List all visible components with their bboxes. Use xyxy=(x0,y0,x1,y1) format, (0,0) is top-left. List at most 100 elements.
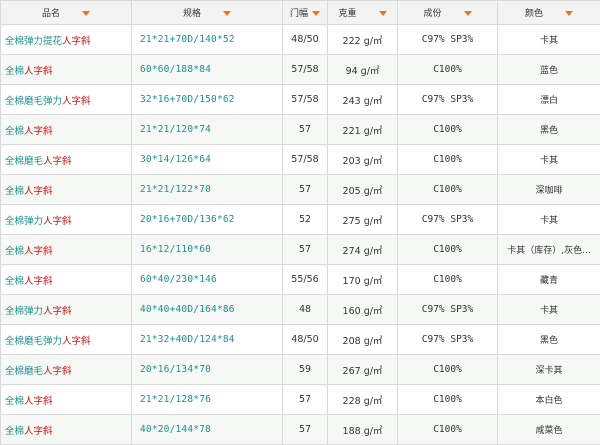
product-name-suffix[interactable]: 人字斜 xyxy=(24,246,53,257)
table-header: 品名 规格 门幅 克重 成份 颜色 xyxy=(1,1,600,25)
product-name-cell[interactable]: 全棉人字斜 xyxy=(1,55,132,85)
product-name-suffix[interactable]: 人字斜 xyxy=(43,306,72,317)
composition-cell: C100% xyxy=(398,175,498,205)
product-name-prefix[interactable]: 全棉 xyxy=(5,66,24,77)
product-name-cell[interactable]: 全棉弹力提花人字斜 xyxy=(1,25,132,55)
spec-cell: 40*20/144*78 xyxy=(132,415,283,445)
weight-cell: 221 g/㎡ xyxy=(328,115,398,145)
color-cell: 卡其 xyxy=(498,295,600,325)
weight-cell: 160 g/㎡ xyxy=(328,295,398,325)
header-label: 规格 xyxy=(183,9,201,19)
header-composition[interactable]: 成份 xyxy=(398,1,498,25)
weight-cell: 94 g/㎡ xyxy=(328,55,398,85)
product-name-suffix[interactable]: 人字斜 xyxy=(24,66,53,77)
width-cell: 59 xyxy=(283,355,328,385)
product-name-prefix[interactable]: 全棉磨毛 xyxy=(5,366,43,377)
product-name-suffix[interactable]: 人字斜 xyxy=(24,186,53,197)
table-row[interactable]: 全棉弹力人字斜40*40+40D/164*8648160 g/㎡C97% SP3… xyxy=(1,295,600,325)
header-spec[interactable]: 规格 xyxy=(132,1,283,25)
header-color[interactable]: 颜色 xyxy=(498,1,600,25)
product-name-suffix[interactable]: 人字斜 xyxy=(43,156,72,167)
table-row[interactable]: 全棉人字斜60*60/188*8457/5894 g/㎡C100%蓝色 xyxy=(1,55,600,85)
composition-cell: C100% xyxy=(398,145,498,175)
table-row[interactable]: 全棉人字斜21*21/120*7457221 g/㎡C100%黑色 xyxy=(1,115,600,145)
product-name-cell[interactable]: 全棉人字斜 xyxy=(1,415,132,445)
table-row[interactable]: 全棉人字斜21*21/122*7057205 g/㎡C100%深咖啡 xyxy=(1,175,600,205)
table-row[interactable]: 全棉人字斜40*20/144*7857188 g/㎡C100%咸菜色 xyxy=(1,415,600,445)
header-label: 门幅 xyxy=(290,9,308,19)
weight-cell: 228 g/㎡ xyxy=(328,385,398,415)
width-cell: 57 xyxy=(283,115,328,145)
spec-cell: 21*32+40D/124*84 xyxy=(132,325,283,355)
weight-cell: 188 g/㎡ xyxy=(328,415,398,445)
product-name-cell[interactable]: 全棉人字斜 xyxy=(1,115,132,145)
table-body: 全棉弹力提花人字斜21*21+70D/140*5248/50222 g/㎡C97… xyxy=(1,25,600,445)
product-name-cell[interactable]: 全棉人字斜 xyxy=(1,235,132,265)
product-name-prefix[interactable]: 全棉 xyxy=(5,246,24,257)
width-cell: 57/58 xyxy=(283,145,328,175)
product-name-prefix[interactable]: 全棉弹力提花 xyxy=(5,36,62,47)
product-name-suffix[interactable]: 人字斜 xyxy=(24,396,53,407)
product-name-prefix[interactable]: 全棉磨毛弹力 xyxy=(5,96,62,107)
product-name-cell[interactable]: 全棉人字斜 xyxy=(1,175,132,205)
product-name-suffix[interactable]: 人字斜 xyxy=(24,126,53,137)
product-name-suffix[interactable]: 人字斜 xyxy=(43,216,72,227)
product-name-cell[interactable]: 全棉磨毛弹力人字斜 xyxy=(1,325,132,355)
header-name[interactable]: 品名 xyxy=(1,1,132,25)
product-name-prefix[interactable]: 全棉 xyxy=(5,396,24,407)
product-name-cell[interactable]: 全棉磨毛人字斜 xyxy=(1,355,132,385)
product-name-prefix[interactable]: 全棉弹力 xyxy=(5,306,43,317)
product-name-cell[interactable]: 全棉人字斜 xyxy=(1,265,132,295)
color-cell: 黑色 xyxy=(498,325,600,355)
product-name-cell[interactable]: 全棉磨毛人字斜 xyxy=(1,145,132,175)
product-name-cell[interactable]: 全棉人字斜 xyxy=(1,385,132,415)
product-name-suffix[interactable]: 人字斜 xyxy=(43,366,72,377)
sort-arrow-down-icon[interactable] xyxy=(379,11,387,16)
sort-arrow-down-icon[interactable] xyxy=(565,11,573,16)
product-name-prefix[interactable]: 全棉 xyxy=(5,186,24,197)
table-row[interactable]: 全棉磨毛弹力人字斜32*16+70D/150*6257/58243 g/㎡C97… xyxy=(1,85,600,115)
table-row[interactable]: 全棉弹力提花人字斜21*21+70D/140*5248/50222 g/㎡C97… xyxy=(1,25,600,55)
composition-cell: C100% xyxy=(398,115,498,145)
header-row: 品名 规格 门幅 克重 成份 颜色 xyxy=(1,1,600,25)
table-row[interactable]: 全棉人字斜21*21/128*7657228 g/㎡C100%本白色 xyxy=(1,385,600,415)
spec-cell: 20*16+70D/136*62 xyxy=(132,205,283,235)
product-name-suffix[interactable]: 人字斜 xyxy=(62,336,91,347)
product-name-prefix[interactable]: 全棉 xyxy=(5,276,24,287)
product-name-suffix[interactable]: 人字斜 xyxy=(24,426,53,437)
product-name-cell[interactable]: 全棉弹力人字斜 xyxy=(1,295,132,325)
header-label: 品名 xyxy=(42,9,60,19)
width-cell: 57/58 xyxy=(283,85,328,115)
product-name-suffix[interactable]: 人字斜 xyxy=(24,276,53,287)
table-row[interactable]: 全棉磨毛人字斜20*16/134*7059267 g/㎡C100%深卡其 xyxy=(1,355,600,385)
header-width[interactable]: 门幅 xyxy=(283,1,328,25)
table-row[interactable]: 全棉磨毛弹力人字斜21*32+40D/124*8448/50208 g/㎡C97… xyxy=(1,325,600,355)
composition-cell: C100% xyxy=(398,355,498,385)
product-name-prefix[interactable]: 全棉磨毛 xyxy=(5,156,43,167)
table-row[interactable]: 全棉人字斜60*40/230*14655/56170 g/㎡C100%藏青 xyxy=(1,265,600,295)
product-name-cell[interactable]: 全棉磨毛弹力人字斜 xyxy=(1,85,132,115)
weight-cell: 274 g/㎡ xyxy=(328,235,398,265)
fabric-table: 品名 规格 门幅 克重 成份 颜色 全棉弹力提花人字斜21*21+70D/140… xyxy=(0,0,600,445)
sort-arrow-down-icon[interactable] xyxy=(82,11,90,16)
product-name-cell[interactable]: 全棉弹力人字斜 xyxy=(1,205,132,235)
sort-arrow-down-icon[interactable] xyxy=(312,11,320,16)
composition-cell: C97% SP3% xyxy=(398,295,498,325)
width-cell: 48/50 xyxy=(283,325,328,355)
product-name-prefix[interactable]: 全棉弹力 xyxy=(5,216,43,227)
product-name-prefix[interactable]: 全棉磨毛弹力 xyxy=(5,336,62,347)
product-name-prefix[interactable]: 全棉 xyxy=(5,126,24,137)
sort-arrow-down-icon[interactable] xyxy=(464,11,472,16)
weight-cell: 243 g/㎡ xyxy=(328,85,398,115)
product-name-suffix[interactable]: 人字斜 xyxy=(62,36,91,47)
table-row[interactable]: 全棉弹力人字斜20*16+70D/136*6252275 g/㎡C97% SP3… xyxy=(1,205,600,235)
composition-cell: C100% xyxy=(398,385,498,415)
table-row[interactable]: 全棉人字斜16*12/110*6057274 g/㎡C100%卡其（库存）,灰色… xyxy=(1,235,600,265)
product-name-prefix[interactable]: 全棉 xyxy=(5,426,24,437)
table-row[interactable]: 全棉磨毛人字斜30*14/126*6457/58203 g/㎡C100%卡其 xyxy=(1,145,600,175)
color-cell: 深咖啡 xyxy=(498,175,600,205)
header-weight[interactable]: 克重 xyxy=(328,1,398,25)
product-name-suffix[interactable]: 人字斜 xyxy=(62,96,91,107)
sort-arrow-down-icon[interactable] xyxy=(223,11,231,16)
color-cell: 咸菜色 xyxy=(498,415,600,445)
